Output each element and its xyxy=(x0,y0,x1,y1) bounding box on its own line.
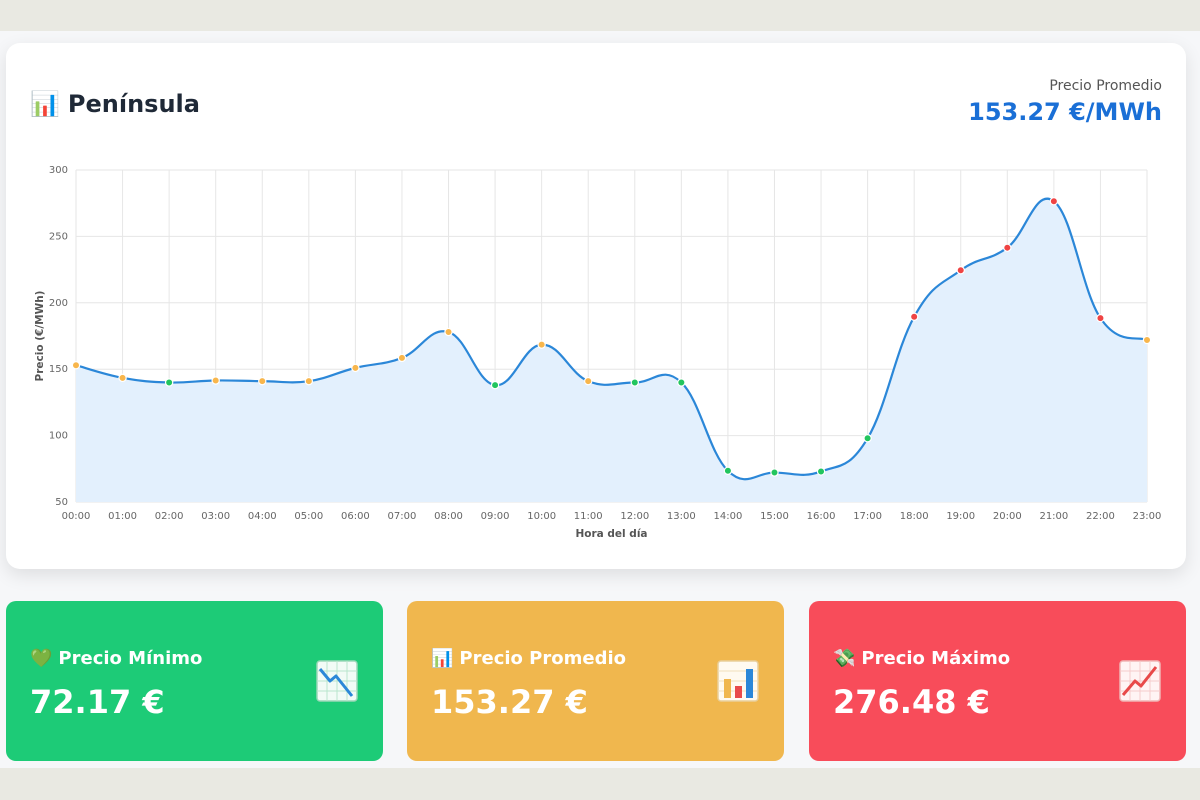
x-tick-label: 06:00 xyxy=(341,511,370,522)
price-point[interactable] xyxy=(71,361,81,370)
avg-price-stat-value: 153.27 € xyxy=(431,683,588,721)
price-point[interactable] xyxy=(677,378,686,387)
x-tick-label: 05:00 xyxy=(294,511,323,522)
y-tick-label: 200 xyxy=(49,298,68,309)
min-price-card: 💚 Precio Mínimo 72.17 € xyxy=(6,601,383,761)
x-tick-label: 22:00 xyxy=(1086,511,1115,522)
x-tick-label: 19:00 xyxy=(946,511,975,522)
x-tick-label: 04:00 xyxy=(248,511,277,522)
x-tick-label: 00:00 xyxy=(62,511,91,522)
y-axis-ticks: 50 100 150 200 250 300 xyxy=(49,165,68,508)
price-point[interactable] xyxy=(816,467,826,476)
x-tick-label: 07:00 xyxy=(388,511,417,522)
max-price-card: 💸 Precio Máximo 276.48 € xyxy=(809,601,1186,761)
price-point[interactable] xyxy=(1142,335,1152,345)
x-tick-label: 09:00 xyxy=(481,511,510,522)
price-point[interactable] xyxy=(630,378,639,387)
chart-card: 📊 Península Precio Promedio 153.27 €/MWh… xyxy=(6,43,1186,569)
min-price-header: 💚 Precio Mínimo xyxy=(30,648,202,669)
price-point[interactable] xyxy=(863,434,872,443)
price-point[interactable] xyxy=(723,466,733,475)
x-tick-label: 10:00 xyxy=(527,511,556,522)
price-point[interactable] xyxy=(584,376,593,386)
price-point[interactable] xyxy=(909,312,919,321)
max-price-header: 💸 Precio Máximo xyxy=(833,648,1010,669)
price-point[interactable] xyxy=(956,266,965,275)
price-point[interactable] xyxy=(490,380,500,390)
x-tick-label: 14:00 xyxy=(713,511,742,522)
x-tick-label: 03:00 xyxy=(201,511,230,522)
x-tick-label: 08:00 xyxy=(434,511,463,522)
max-price-label: Precio Máximo xyxy=(861,648,1011,669)
x-tick-label: 15:00 xyxy=(760,511,789,522)
price-point[interactable] xyxy=(770,468,779,477)
bar-chart-icon: 📊 xyxy=(431,648,454,669)
x-tick-label: 01:00 xyxy=(108,511,137,522)
price-point[interactable] xyxy=(1003,243,1012,252)
y-axis-label: Precio (€/MWh) xyxy=(34,291,46,382)
x-axis-ticks: 00:00 01:00 02:00 03:00 04:00 05:00 06:00 07:00… xyxy=(62,511,1162,522)
chart-down-icon xyxy=(316,660,358,702)
x-tick-label: 18:00 xyxy=(900,511,929,522)
min-price-label: Precio Mínimo xyxy=(58,648,203,669)
x-tick-label: 23:00 xyxy=(1133,511,1162,522)
y-tick-label: 100 xyxy=(49,431,68,442)
min-price-value: 72.17 € xyxy=(30,683,165,721)
price-point[interactable] xyxy=(537,340,546,349)
price-chart: 00:00 01:00 02:00 03:00 04:00 05:00 06:00 07:00… xyxy=(34,165,1162,540)
price-point[interactable] xyxy=(444,327,453,337)
price-area-fill xyxy=(76,198,1147,502)
price-point[interactable] xyxy=(118,373,127,383)
x-tick-label: 12:00 xyxy=(620,511,649,522)
price-point[interactable] xyxy=(351,363,360,373)
x-tick-label: 13:00 xyxy=(667,511,696,522)
max-price-value: 276.48 € xyxy=(833,683,990,721)
bar-chart-icon xyxy=(717,660,759,702)
x-tick-label: 17:00 xyxy=(853,511,882,522)
x-tick-label: 20:00 xyxy=(993,511,1022,522)
price-point[interactable] xyxy=(164,378,174,387)
avg-price-header: 📊 Precio Promedio xyxy=(431,648,626,669)
green-heart-icon: 💚 xyxy=(30,648,53,669)
x-tick-label: 21:00 xyxy=(1039,511,1068,522)
avg-price-card: 📊 Precio Promedio 153.27 € xyxy=(407,601,784,761)
x-tick-label: 16:00 xyxy=(807,511,836,522)
price-point[interactable] xyxy=(1049,197,1059,206)
y-tick-label: 300 xyxy=(49,165,68,176)
price-point[interactable] xyxy=(258,376,267,386)
money-wings-icon: 💸 xyxy=(833,648,856,669)
x-axis-label: Hora del día xyxy=(575,528,647,540)
price-point[interactable] xyxy=(211,376,220,385)
y-tick-label: 50 xyxy=(55,497,68,508)
price-point[interactable] xyxy=(1096,313,1105,323)
price-point[interactable] xyxy=(304,376,314,386)
avg-price-label: Precio Promedio xyxy=(459,648,626,669)
chart-up-icon xyxy=(1119,660,1161,702)
price-point[interactable] xyxy=(397,353,407,363)
x-tick-label: 02:00 xyxy=(155,511,184,522)
y-tick-label: 250 xyxy=(49,231,68,242)
x-tick-label: 11:00 xyxy=(574,511,603,522)
y-tick-label: 150 xyxy=(49,364,68,375)
